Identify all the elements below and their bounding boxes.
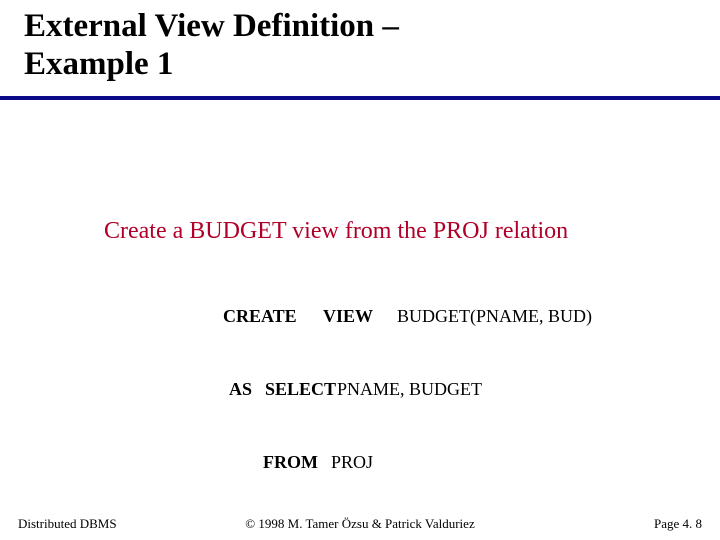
sql-line-1-args: BUDGET(PNAME, BUD)	[397, 306, 592, 326]
sql-block: CREATEVIEWBUDGET(PNAME, BUD) ASSELECTPNA…	[196, 280, 592, 499]
title-divider	[0, 96, 720, 100]
sql-line-2: ASSELECTPNAME, BUDGET	[196, 353, 592, 426]
sql-line-1: CREATEVIEWBUDGET(PNAME, BUD)	[196, 280, 592, 353]
sql-line-3: FROMPROJ	[196, 426, 592, 499]
slide-title: External View Definition – Example 1	[24, 8, 399, 84]
footer-right: Page 4. 8	[654, 516, 702, 532]
footer: Distributed DBMS © 1998 M. Tamer Özsu & …	[0, 512, 720, 532]
kw-as: AS	[229, 377, 265, 401]
sql-line-2-args: PNAME, BUDGET	[337, 379, 482, 399]
sql-line-3-args: PROJ	[331, 452, 373, 472]
slide-subtitle: Create a BUDGET view from the PROJ relat…	[104, 218, 568, 245]
kw-create: CREATE	[223, 304, 323, 328]
title-line-2: Example 1	[24, 46, 173, 82]
footer-center: © 1998 M. Tamer Özsu & Patrick Valduriez	[0, 516, 720, 532]
kw-from: FROM	[263, 450, 331, 474]
title-line-1: External View Definition –	[24, 8, 399, 44]
slide: External View Definition – Example 1 Cre…	[0, 0, 720, 540]
kw-select: SELECT	[265, 377, 337, 401]
kw-view: VIEW	[323, 304, 397, 328]
